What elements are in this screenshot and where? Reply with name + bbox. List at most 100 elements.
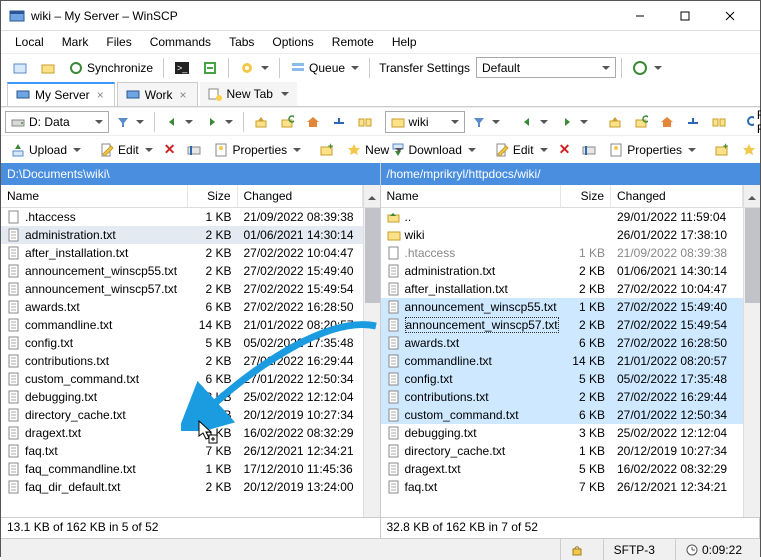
scroll-up-button[interactable] [363, 185, 380, 207]
left-scrollbar[interactable] [363, 208, 380, 517]
right-rename-button[interactable] [576, 138, 602, 162]
right-scrollbar[interactable] [743, 208, 760, 517]
left-rename-button[interactable] [181, 138, 207, 162]
new-tab-button[interactable]: New Tab [200, 82, 297, 106]
table-row[interactable]: custom_command.txt6 KB27/01/2022 12:50:3… [381, 406, 761, 424]
table-row[interactable]: administration.txt2 KB01/06/2021 14:30:1… [381, 262, 761, 280]
table-row[interactable]: commandline.txt14 KB21/01/2022 08:20:57 [1, 316, 380, 334]
table-row[interactable]: wiki26/01/2022 17:38:10 [381, 226, 761, 244]
menu-files[interactable]: Files [98, 33, 139, 51]
right-col-changed[interactable]: Changed [611, 185, 743, 207]
table-row[interactable]: ..29/01/2022 11:59:04 [381, 208, 761, 226]
left-nav-filter[interactable] [111, 110, 149, 134]
menu-remote[interactable]: Remote [324, 33, 382, 51]
table-row[interactable]: announcement_winscp57.txt2 KB27/02/2022 … [381, 316, 761, 334]
left-nav-sync[interactable] [353, 110, 377, 134]
right-col-name[interactable]: Name [381, 185, 562, 207]
table-row[interactable]: faq_dir_default.txt2 KB20/12/2019 13:24:… [1, 478, 380, 496]
find-files-button[interactable]: Find Files [741, 110, 761, 134]
left-properties-button[interactable]: Properties [208, 138, 306, 162]
table-row[interactable]: debugging.txt3 KB25/02/2022 12:12:04 [381, 424, 761, 442]
right-properties-button[interactable]: Properties [603, 138, 701, 162]
left-nav-up[interactable] [249, 110, 273, 134]
right-path[interactable]: /home/mprikryl/httpdocs/wiki/ [381, 163, 761, 185]
table-row[interactable]: dragext.txt5 KB16/02/2022 08:32:29 [381, 460, 761, 478]
menu-local[interactable]: Local [7, 33, 52, 51]
menu-mark[interactable]: Mark [54, 33, 97, 51]
minimize-button[interactable] [617, 2, 662, 30]
left-nav-refresh[interactable] [275, 110, 299, 134]
right-new-folder-button[interactable]: + [709, 138, 735, 162]
table-row[interactable]: .htaccess1 KB21/09/2022 08:39:38 [381, 244, 761, 262]
menu-commands[interactable]: Commands [142, 33, 219, 51]
table-row[interactable]: config.txt5 KB05/02/2022 17:35:48 [381, 370, 761, 388]
right-drive-combo[interactable]: wiki [385, 111, 465, 133]
table-row[interactable]: after_installation.txt2 KB27/02/2022 10:… [1, 244, 380, 262]
table-row[interactable]: awards.txt6 KB27/02/2022 16:28:50 [1, 298, 380, 316]
left-path[interactable]: D:\Documents\wiki\ [1, 163, 380, 185]
table-row[interactable]: administration.txt2 KB01/06/2021 14:30:1… [1, 226, 380, 244]
table-row[interactable]: dragext.txt5 KB16/02/2022 08:32:29 [1, 424, 380, 442]
right-nav-up[interactable] [603, 110, 627, 134]
menu-help[interactable]: Help [384, 33, 425, 51]
table-row[interactable]: faq.txt7 KB26/12/2021 12:34:21 [381, 478, 761, 496]
left-nav-back[interactable] [160, 110, 198, 134]
toolbar-btn-2[interactable] [35, 56, 61, 80]
table-row[interactable]: announcement_winscp55.txt1 KB27/02/2022 … [381, 298, 761, 316]
transfer-settings-combo[interactable]: Default [476, 57, 616, 78]
table-row[interactable]: faq.txt7 KB26/12/2021 12:34:21 [1, 442, 380, 460]
right-nav-fwd[interactable] [555, 110, 593, 134]
left-delete-button[interactable]: ✕ [159, 138, 181, 162]
right-nav-back[interactable] [515, 110, 553, 134]
table-row[interactable]: debugging.txt3 KB25/02/2022 12:12:04 [1, 388, 380, 406]
right-nav-root[interactable] [681, 110, 705, 134]
left-nav-fwd[interactable] [200, 110, 238, 134]
tab-close-icon[interactable]: × [95, 88, 106, 102]
table-row[interactable]: directory_cache.txt1 KB20/12/2019 10:27:… [381, 442, 761, 460]
table-row[interactable]: custom_command.txt6 KB27/01/2022 12:50:3… [1, 370, 380, 388]
left-drive-combo[interactable]: D: Data [5, 111, 109, 133]
left-nav-home[interactable] [301, 110, 325, 134]
table-row[interactable]: contributions.txt2 KB27/02/2022 16:29:44 [381, 388, 761, 406]
left-col-size[interactable]: Size [188, 185, 238, 207]
toolbar-btn-5[interactable] [234, 56, 274, 80]
table-row[interactable]: config.txt5 KB05/02/2022 17:35:48 [1, 334, 380, 352]
tab-close-icon[interactable]: × [177, 88, 188, 102]
table-row[interactable]: faq_commandline.txt1 KB17/12/2010 11:45:… [1, 460, 380, 478]
left-new-folder-button[interactable]: + [314, 138, 340, 162]
maximize-button[interactable] [662, 2, 707, 30]
tab-work[interactable]: Work × [117, 82, 198, 106]
left-file-list[interactable]: .htaccess1 KB21/09/2022 08:39:38administ… [1, 208, 380, 517]
left-nav-root[interactable] [327, 110, 351, 134]
scroll-up-button[interactable] [743, 185, 760, 207]
left-edit-button[interactable]: Edit [94, 138, 158, 162]
right-nav-filter[interactable] [467, 110, 505, 134]
right-nav-refresh[interactable] [629, 110, 653, 134]
menu-options[interactable]: Options [264, 33, 321, 51]
right-nav-sync[interactable] [707, 110, 731, 134]
right-nav-home[interactable] [655, 110, 679, 134]
table-row[interactable]: announcement_winscp57.txt2 KB27/02/2022 … [1, 280, 380, 298]
synchronize-button[interactable]: Synchronize [63, 56, 158, 80]
table-row[interactable]: announcement_winscp55.txt2 KB27/02/2022 … [1, 262, 380, 280]
table-row[interactable]: after_installation.txt2 KB27/02/2022 10:… [381, 280, 761, 298]
right-col-size[interactable]: Size [561, 185, 611, 207]
terminal-button[interactable]: >_ [169, 56, 195, 80]
close-button[interactable] [707, 2, 752, 30]
tab-my-server[interactable]: My Server × [7, 82, 115, 106]
right-delete-button[interactable]: ✕ [554, 138, 576, 162]
table-row[interactable]: awards.txt6 KB27/02/2022 16:28:50 [381, 334, 761, 352]
table-row[interactable]: .htaccess1 KB21/09/2022 08:39:38 [1, 208, 380, 226]
table-row[interactable]: directory_cache.txt1 KB20/12/2019 10:27:… [1, 406, 380, 424]
menu-tabs[interactable]: Tabs [221, 33, 262, 51]
upload-button[interactable]: Upload [5, 138, 86, 162]
table-row[interactable]: contributions.txt2 KB27/02/2022 16:29:44 [1, 352, 380, 370]
toolbar-btn-4[interactable] [197, 56, 223, 80]
left-col-changed[interactable]: Changed [238, 185, 363, 207]
right-edit-button[interactable]: Edit [489, 138, 553, 162]
queue-button[interactable]: Queue [285, 56, 364, 80]
toolbar-btn-6[interactable] [627, 56, 667, 80]
left-col-name[interactable]: Name [1, 185, 188, 207]
toolbar-btn-1[interactable] [7, 56, 33, 80]
right-new-button[interactable]: New [736, 138, 761, 162]
